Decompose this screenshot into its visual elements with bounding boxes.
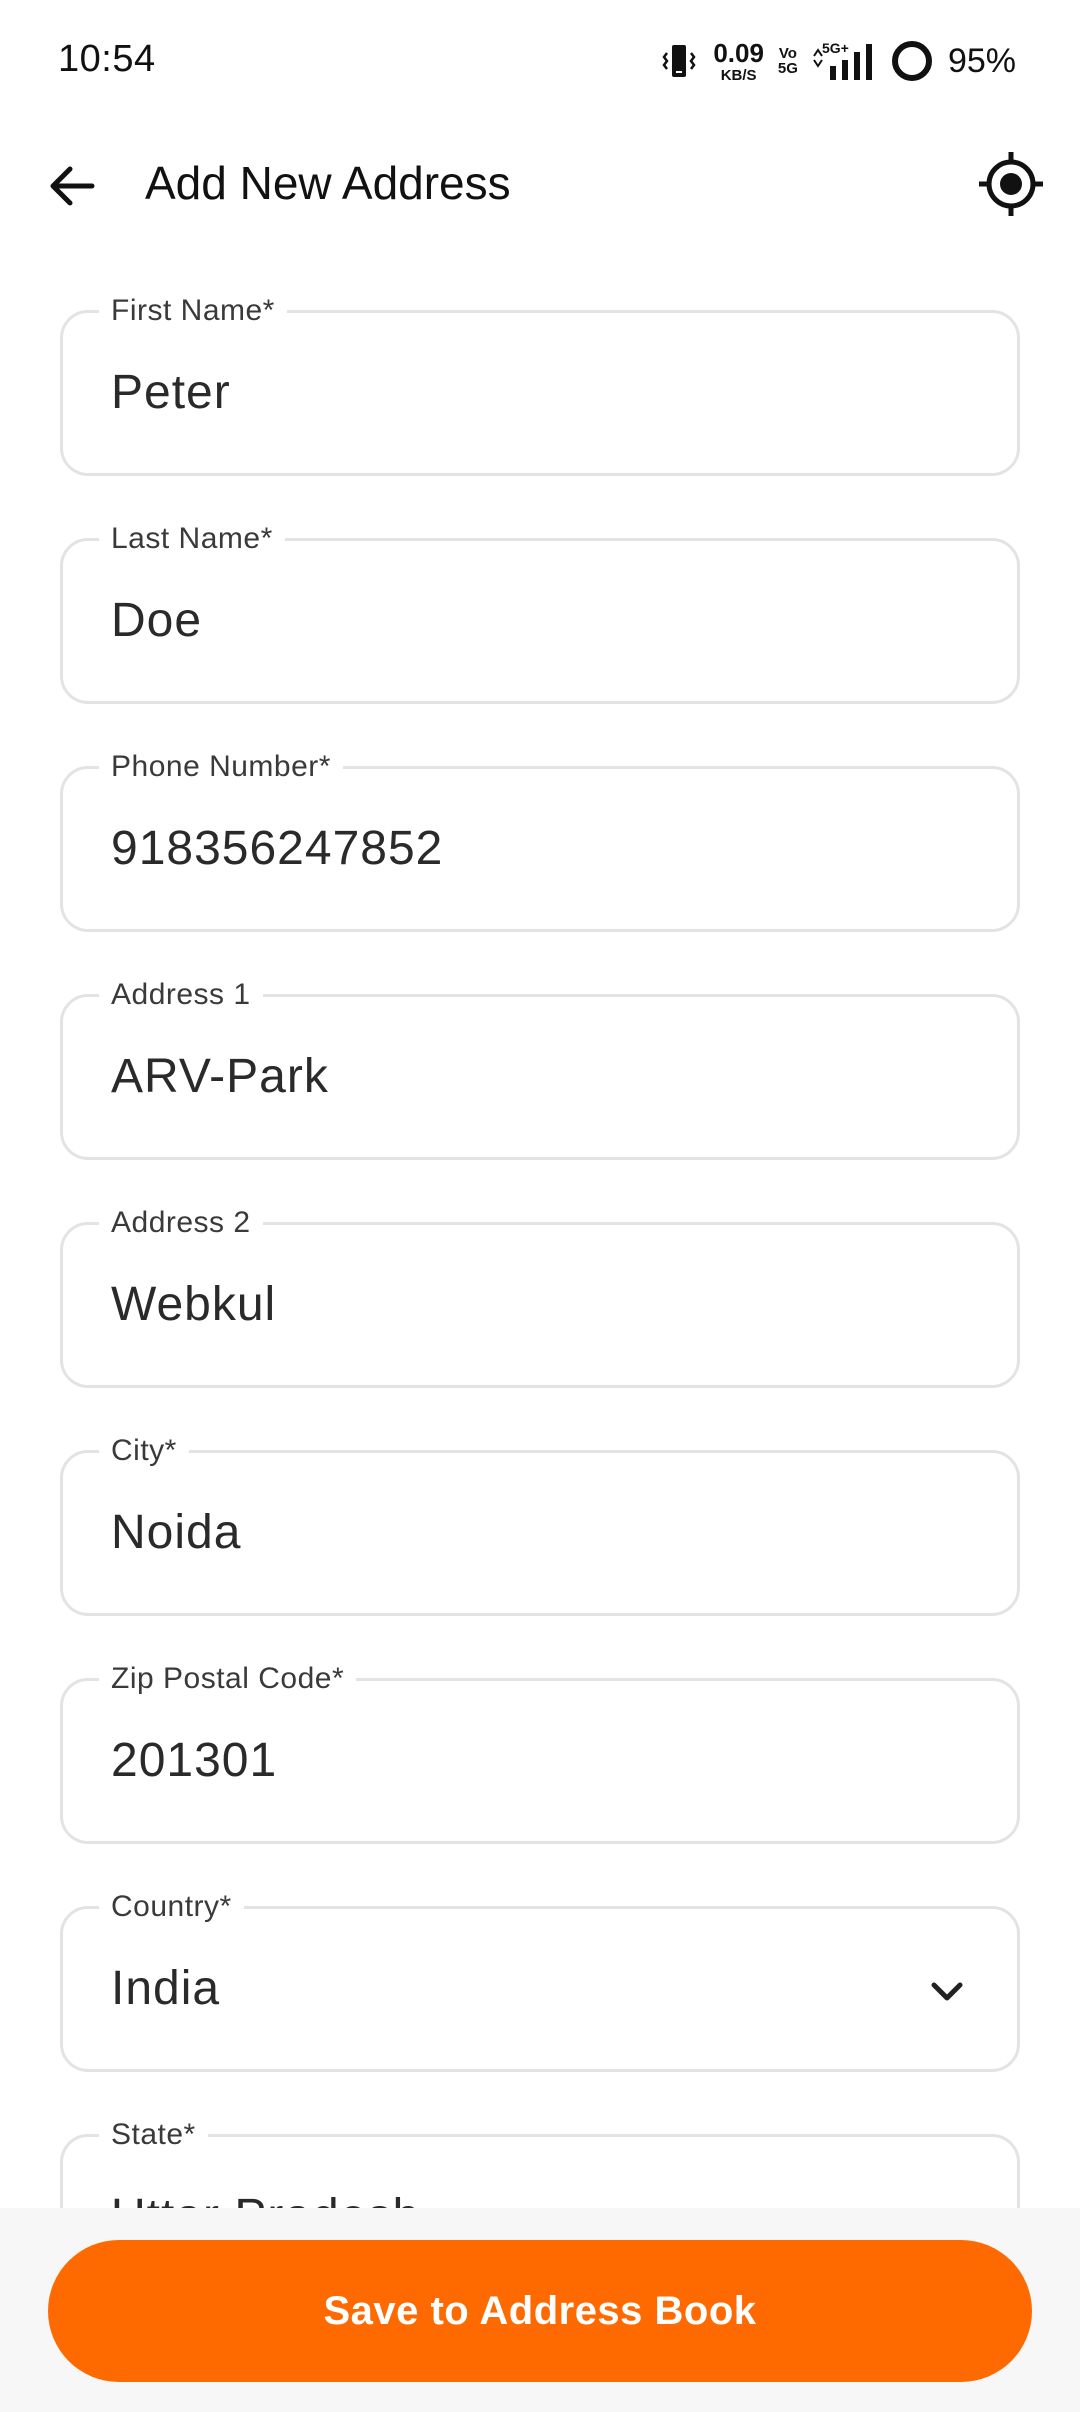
network-type: 5G+ bbox=[822, 40, 849, 56]
network-speed-unit: KB/S bbox=[720, 66, 757, 84]
status-bar: 10:54 0.09 KB/S Vo 5G 5G+ 95% bbox=[0, 0, 1080, 120]
chevron-down-icon bbox=[931, 1982, 963, 2001]
address-2-field[interactable]: Address 2 Webkul bbox=[60, 1205, 1020, 1388]
app-bar: Add New Address bbox=[0, 120, 1080, 248]
phone-number-label: Phone Number* bbox=[99, 749, 343, 785]
arrow-left-icon bbox=[50, 166, 95, 206]
screen: 10:54 0.09 KB/S Vo 5G 5G+ 95% Add New Ad… bbox=[0, 0, 1080, 2412]
country-value: India bbox=[111, 1962, 221, 2015]
address-2-value: Webkul bbox=[111, 1278, 277, 1331]
volte-top: Vo bbox=[778, 45, 797, 62]
bottom-action-bar: Save to Address Book bbox=[0, 2208, 1080, 2412]
back-button[interactable] bbox=[36, 150, 108, 222]
network-speed: 0.09 KB/S bbox=[713, 40, 764, 83]
country-select[interactable]: Country* India bbox=[60, 1889, 1020, 2072]
address-1-field[interactable]: Address 1 ARV-Park bbox=[60, 977, 1020, 1160]
zip-code-label: Zip Postal Code* bbox=[99, 1661, 357, 1697]
locate-button[interactable] bbox=[972, 145, 1050, 223]
address-1-label: Address 1 bbox=[99, 977, 263, 1013]
first-name-value: Peter bbox=[111, 366, 231, 419]
phone-number-value: 918356247852 bbox=[111, 822, 444, 875]
first-name-field[interactable]: First Name* Peter bbox=[60, 293, 1020, 476]
page-title: Add New Address bbox=[145, 157, 511, 209]
last-name-label: Last Name* bbox=[99, 521, 285, 557]
vibrate-icon bbox=[662, 45, 696, 77]
address-2-label: Address 2 bbox=[99, 1205, 263, 1241]
volte-indicator: Vo 5G bbox=[778, 46, 798, 76]
network-speed-value: 0.09 bbox=[713, 37, 764, 68]
city-value: Noida bbox=[111, 1506, 242, 1559]
save-to-address-book-button[interactable]: Save to Address Book bbox=[48, 2240, 1032, 2382]
city-field[interactable]: City* Noida bbox=[60, 1433, 1020, 1616]
battery-ring-icon bbox=[891, 41, 932, 81]
zip-code-value: 201301 bbox=[111, 1734, 278, 1787]
signal-icon: 5G+ bbox=[813, 40, 872, 80]
volte-bottom: 5G bbox=[777, 60, 798, 77]
zip-code-field[interactable]: Zip Postal Code* 201301 bbox=[60, 1661, 1020, 1844]
address-1-value: ARV-Park bbox=[111, 1050, 329, 1103]
first-name-label: First Name* bbox=[99, 293, 287, 329]
gps-locate-icon bbox=[979, 152, 1043, 216]
last-name-field[interactable]: Last Name* Doe bbox=[60, 521, 1020, 704]
last-name-value: Doe bbox=[111, 594, 203, 647]
state-label: State* bbox=[99, 2117, 208, 2153]
status-time: 10:54 bbox=[58, 38, 156, 80]
status-icons: 0.09 KB/S Vo 5G 5G+ 95% bbox=[659, 36, 1016, 86]
battery-percent: 95% bbox=[947, 41, 1016, 80]
phone-number-field[interactable]: Phone Number* 918356247852 bbox=[60, 749, 1020, 932]
address-form: First Name* Peter Last Name* Doe Phone N… bbox=[60, 293, 1020, 2362]
city-label: City* bbox=[99, 1433, 189, 1469]
country-label: Country* bbox=[99, 1889, 244, 1925]
